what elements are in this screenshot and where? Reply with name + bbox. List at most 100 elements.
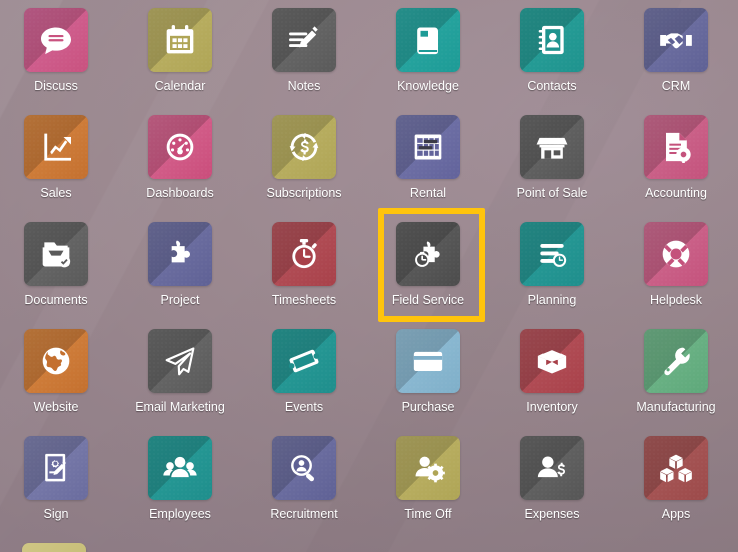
app-tile-sign[interactable]: Sign <box>24 436 148 543</box>
partial-tile-next-row[interactable] <box>22 543 86 552</box>
app-label: Discuss <box>34 79 78 93</box>
app-label: CRM <box>661 79 691 93</box>
app-label-wrap: Discuss <box>24 79 88 93</box>
app-tile-contacts[interactable]: Contacts <box>520 8 644 115</box>
app-tile-sales[interactable]: Sales <box>24 115 148 222</box>
globe-icon[interactable] <box>24 329 88 393</box>
app-label: Field Service <box>391 293 465 307</box>
app-tile-accounting[interactable]: Accounting <box>644 115 738 222</box>
magnifier-person-icon[interactable] <box>272 436 336 500</box>
app-tile-rental[interactable]: Rental <box>396 115 520 222</box>
cubes-icon[interactable] <box>644 436 708 500</box>
app-tile-field-service[interactable]: Field Service <box>392 222 520 329</box>
app-tile-knowledge[interactable]: Knowledge <box>396 8 520 115</box>
app-label-wrap: Accounting <box>644 186 708 200</box>
lifebuoy-icon[interactable] <box>644 222 708 286</box>
app-label: Website <box>33 400 79 414</box>
paper-plane-icon[interactable] <box>148 329 212 393</box>
app-label-wrap: Employees <box>148 507 212 521</box>
app-label-wrap: CRM <box>644 79 708 93</box>
app-tile-inventory[interactable]: Inventory <box>520 329 644 436</box>
shop-icon[interactable] <box>520 115 584 179</box>
app-tile-recruitment[interactable]: Recruitment <box>270 436 396 543</box>
note-pencil-icon[interactable] <box>272 8 336 72</box>
app-tile-subscriptions[interactable]: Subscriptions <box>266 115 396 222</box>
app-tile-expenses[interactable]: Expenses <box>520 436 644 543</box>
people-group-icon[interactable] <box>148 436 212 500</box>
app-label: Purchase <box>401 400 455 414</box>
calendar-icon[interactable] <box>148 8 212 72</box>
app-label-wrap: Expenses <box>520 507 584 521</box>
app-label: Planning <box>527 293 577 307</box>
app-label: Documents <box>24 293 88 307</box>
app-label: Sales <box>40 186 72 200</box>
app-label: Apps <box>661 507 691 521</box>
app-tile-time-off[interactable]: Time Off <box>396 436 520 543</box>
book-icon[interactable] <box>396 8 460 72</box>
app-tile-documents[interactable]: Documents <box>24 222 148 329</box>
wrench-icon[interactable] <box>644 329 708 393</box>
app-tile-helpdesk[interactable]: Helpdesk <box>644 222 738 329</box>
app-label-wrap: Rental <box>396 186 460 200</box>
app-tile-employees[interactable]: Employees <box>148 436 272 543</box>
app-tile-events[interactable]: Events <box>272 329 396 436</box>
person-gear-icon[interactable] <box>396 436 460 500</box>
app-tile-purchase[interactable]: Purchase <box>396 329 520 436</box>
apps-drawer: Discuss Calendar Notes Knowledge Contacts CRM… <box>0 0 738 552</box>
signature-icon[interactable] <box>24 436 88 500</box>
app-tile-manufacturing[interactable]: Manufacturing <box>636 329 738 436</box>
app-tile-project[interactable]: Project <box>148 222 272 329</box>
bars-clock-icon[interactable] <box>520 222 584 286</box>
app-label-wrap: Events <box>272 400 336 414</box>
app-tile-apps[interactable]: Apps <box>644 436 738 543</box>
app-label: Knowledge <box>397 79 459 93</box>
stopwatch-icon[interactable] <box>272 222 336 286</box>
app-label-wrap: Project <box>148 293 212 307</box>
app-label-wrap: Point of Sale <box>517 186 588 200</box>
app-label: Calendar <box>154 79 206 93</box>
app-label-wrap: Field Service <box>392 293 464 307</box>
address-book-icon[interactable] <box>520 8 584 72</box>
app-label-wrap: Purchase <box>396 400 460 414</box>
puzzle-timer-icon[interactable] <box>396 222 460 286</box>
app-label: Manufacturing <box>636 400 716 414</box>
app-tile-timesheets[interactable]: Timesheets <box>272 222 396 329</box>
app-label-wrap: Subscriptions <box>266 186 341 200</box>
puzzle-icon[interactable] <box>148 222 212 286</box>
gantt-grid-icon[interactable] <box>396 115 460 179</box>
app-label: Expenses <box>524 507 580 521</box>
open-box-icon[interactable] <box>520 329 584 393</box>
app-label-wrap: Manufacturing <box>636 400 715 414</box>
app-label-wrap: Knowledge <box>396 79 460 93</box>
app-tile-website[interactable]: Website <box>24 329 148 436</box>
app-label-wrap: Timesheets <box>272 293 336 307</box>
credit-card-icon[interactable] <box>396 329 460 393</box>
app-tile-point-of-sale[interactable]: Point of Sale <box>517 115 644 222</box>
app-label: Events <box>284 400 324 414</box>
app-tile-email-marketing[interactable]: Email Marketing <box>135 329 272 436</box>
app-label-wrap: Planning <box>520 293 584 307</box>
app-label: Timesheets <box>271 293 337 307</box>
documents-check-icon[interactable] <box>24 222 88 286</box>
app-tile-planning[interactable]: Planning <box>520 222 644 329</box>
gauge-icon[interactable] <box>148 115 212 179</box>
app-label-wrap: Documents <box>24 293 88 307</box>
app-label-wrap: Sign <box>24 507 88 521</box>
app-tile-crm[interactable]: CRM <box>644 8 738 115</box>
apps-grid: Discuss Calendar Notes Knowledge Contacts CRM… <box>0 0 738 552</box>
app-tile-notes[interactable]: Notes <box>272 8 396 115</box>
invoice-gear-icon[interactable] <box>644 115 708 179</box>
app-tile-discuss[interactable]: Discuss <box>24 8 148 115</box>
app-label-wrap: Helpdesk <box>644 293 708 307</box>
app-label: Helpdesk <box>649 293 703 307</box>
ticket-icon[interactable] <box>272 329 336 393</box>
recurring-dollar-icon[interactable] <box>272 115 336 179</box>
app-tile-dashboards[interactable]: Dashboards <box>146 115 272 222</box>
app-label: Contacts <box>527 79 577 93</box>
app-tile-calendar[interactable]: Calendar <box>148 8 272 115</box>
app-label-wrap: Recruitment <box>270 507 337 521</box>
person-dollar-icon[interactable] <box>520 436 584 500</box>
chart-growth-icon[interactable] <box>24 115 88 179</box>
handshake-icon[interactable] <box>644 8 708 72</box>
chat-bubble-icon[interactable] <box>24 8 88 72</box>
